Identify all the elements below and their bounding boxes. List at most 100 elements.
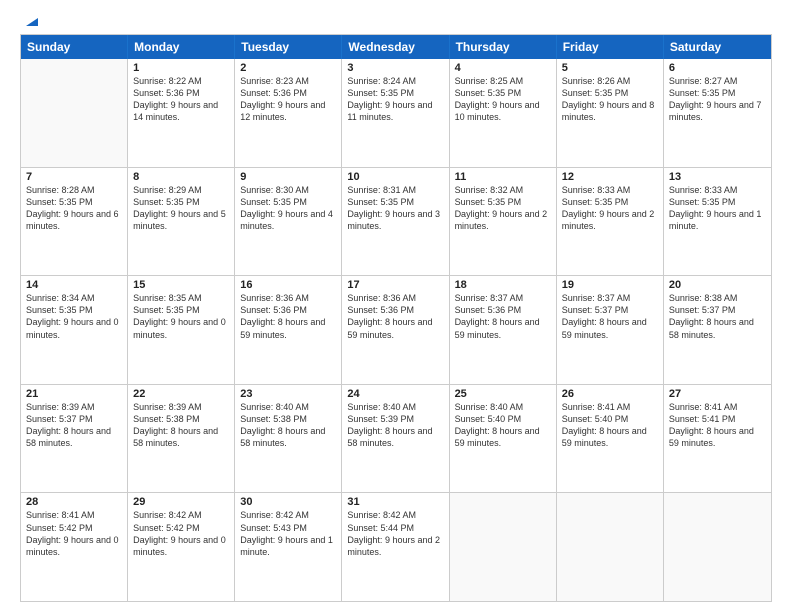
day-number: 23: [240, 388, 336, 400]
daylight-text: Daylight: 9 hours and 8 minutes.: [562, 99, 658, 123]
daylight-text: Daylight: 9 hours and 6 minutes.: [26, 208, 122, 232]
day-number: 6: [669, 62, 766, 74]
sunrise-text: Sunrise: 8:41 AM: [26, 509, 122, 521]
day-number: 22: [133, 388, 229, 400]
sunset-text: Sunset: 5:35 PM: [562, 87, 658, 99]
sunset-text: Sunset: 5:37 PM: [669, 304, 766, 316]
day-cell-26: 26 Sunrise: 8:41 AM Sunset: 5:40 PM Dayl…: [557, 385, 664, 493]
week-row-1: 1 Sunrise: 8:22 AM Sunset: 5:36 PM Dayli…: [21, 59, 771, 168]
week-row-5: 28 Sunrise: 8:41 AM Sunset: 5:42 PM Dayl…: [21, 493, 771, 601]
day-cell-7: 7 Sunrise: 8:28 AM Sunset: 5:35 PM Dayli…: [21, 168, 128, 276]
sunset-text: Sunset: 5:39 PM: [347, 413, 443, 425]
header: [20, 18, 772, 26]
sunset-text: Sunset: 5:35 PM: [26, 196, 122, 208]
day-cell-27: 27 Sunrise: 8:41 AM Sunset: 5:41 PM Dayl…: [664, 385, 771, 493]
day-number: 11: [455, 171, 551, 183]
day-cell-24: 24 Sunrise: 8:40 AM Sunset: 5:39 PM Dayl…: [342, 385, 449, 493]
header-day-monday: Monday: [128, 35, 235, 59]
sunset-text: Sunset: 5:44 PM: [347, 522, 443, 534]
sunset-text: Sunset: 5:38 PM: [133, 413, 229, 425]
daylight-text: Daylight: 9 hours and 12 minutes.: [240, 99, 336, 123]
sunrise-text: Sunrise: 8:40 AM: [347, 401, 443, 413]
daylight-text: Daylight: 9 hours and 1 minute.: [240, 534, 336, 558]
daylight-text: Daylight: 9 hours and 0 minutes.: [26, 316, 122, 340]
day-number: 2: [240, 62, 336, 74]
day-cell-11: 11 Sunrise: 8:32 AM Sunset: 5:35 PM Dayl…: [450, 168, 557, 276]
day-number: 10: [347, 171, 443, 183]
page: SundayMondayTuesdayWednesdayThursdayFrid…: [0, 0, 792, 612]
day-number: 7: [26, 171, 122, 183]
sunset-text: Sunset: 5:35 PM: [240, 196, 336, 208]
sunrise-text: Sunrise: 8:35 AM: [133, 292, 229, 304]
daylight-text: Daylight: 8 hours and 59 minutes.: [562, 425, 658, 449]
day-number: 21: [26, 388, 122, 400]
sunset-text: Sunset: 5:35 PM: [562, 196, 658, 208]
day-cell-8: 8 Sunrise: 8:29 AM Sunset: 5:35 PM Dayli…: [128, 168, 235, 276]
sunset-text: Sunset: 5:42 PM: [26, 522, 122, 534]
daylight-text: Daylight: 8 hours and 58 minutes.: [347, 425, 443, 449]
sunset-text: Sunset: 5:37 PM: [26, 413, 122, 425]
logo-icon: [22, 14, 38, 30]
day-cell-15: 15 Sunrise: 8:35 AM Sunset: 5:35 PM Dayl…: [128, 276, 235, 384]
calendar: SundayMondayTuesdayWednesdayThursdayFrid…: [20, 34, 772, 602]
day-number: 16: [240, 279, 336, 291]
daylight-text: Daylight: 9 hours and 14 minutes.: [133, 99, 229, 123]
day-number: 30: [240, 496, 336, 508]
sunset-text: Sunset: 5:35 PM: [455, 87, 551, 99]
sunrise-text: Sunrise: 8:28 AM: [26, 184, 122, 196]
header-day-wednesday: Wednesday: [342, 35, 449, 59]
sunset-text: Sunset: 5:38 PM: [240, 413, 336, 425]
day-number: 9: [240, 171, 336, 183]
header-day-sunday: Sunday: [21, 35, 128, 59]
sunrise-text: Sunrise: 8:42 AM: [133, 509, 229, 521]
sunrise-text: Sunrise: 8:26 AM: [562, 75, 658, 87]
sunset-text: Sunset: 5:35 PM: [455, 196, 551, 208]
sunrise-text: Sunrise: 8:37 AM: [455, 292, 551, 304]
sunrise-text: Sunrise: 8:37 AM: [562, 292, 658, 304]
daylight-text: Daylight: 9 hours and 11 minutes.: [347, 99, 443, 123]
daylight-text: Daylight: 8 hours and 58 minutes.: [240, 425, 336, 449]
day-cell-18: 18 Sunrise: 8:37 AM Sunset: 5:36 PM Dayl…: [450, 276, 557, 384]
day-cell-21: 21 Sunrise: 8:39 AM Sunset: 5:37 PM Dayl…: [21, 385, 128, 493]
sunrise-text: Sunrise: 8:41 AM: [562, 401, 658, 413]
daylight-text: Daylight: 9 hours and 2 minutes.: [347, 534, 443, 558]
sunset-text: Sunset: 5:37 PM: [562, 304, 658, 316]
day-cell-19: 19 Sunrise: 8:37 AM Sunset: 5:37 PM Dayl…: [557, 276, 664, 384]
day-number: 15: [133, 279, 229, 291]
daylight-text: Daylight: 8 hours and 58 minutes.: [26, 425, 122, 449]
sunrise-text: Sunrise: 8:33 AM: [669, 184, 766, 196]
daylight-text: Daylight: 9 hours and 3 minutes.: [347, 208, 443, 232]
day-number: 29: [133, 496, 229, 508]
sunrise-text: Sunrise: 8:24 AM: [347, 75, 443, 87]
sunset-text: Sunset: 5:36 PM: [240, 304, 336, 316]
day-number: 31: [347, 496, 443, 508]
sunrise-text: Sunrise: 8:41 AM: [669, 401, 766, 413]
day-number: 25: [455, 388, 551, 400]
calendar-body: 1 Sunrise: 8:22 AM Sunset: 5:36 PM Dayli…: [21, 59, 771, 601]
sunrise-text: Sunrise: 8:31 AM: [347, 184, 443, 196]
header-day-thursday: Thursday: [450, 35, 557, 59]
sunrise-text: Sunrise: 8:40 AM: [240, 401, 336, 413]
sunrise-text: Sunrise: 8:42 AM: [347, 509, 443, 521]
daylight-text: Daylight: 8 hours and 59 minutes.: [240, 316, 336, 340]
sunset-text: Sunset: 5:36 PM: [347, 304, 443, 316]
day-cell-12: 12 Sunrise: 8:33 AM Sunset: 5:35 PM Dayl…: [557, 168, 664, 276]
day-cell-14: 14 Sunrise: 8:34 AM Sunset: 5:35 PM Dayl…: [21, 276, 128, 384]
day-number: 14: [26, 279, 122, 291]
daylight-text: Daylight: 8 hours and 59 minutes.: [455, 316, 551, 340]
day-cell-3: 3 Sunrise: 8:24 AM Sunset: 5:35 PM Dayli…: [342, 59, 449, 167]
sunrise-text: Sunrise: 8:32 AM: [455, 184, 551, 196]
day-cell-4: 4 Sunrise: 8:25 AM Sunset: 5:35 PM Dayli…: [450, 59, 557, 167]
sunset-text: Sunset: 5:35 PM: [133, 196, 229, 208]
sunset-text: Sunset: 5:35 PM: [669, 196, 766, 208]
sunset-text: Sunset: 5:36 PM: [455, 304, 551, 316]
day-cell-5: 5 Sunrise: 8:26 AM Sunset: 5:35 PM Dayli…: [557, 59, 664, 167]
sunrise-text: Sunrise: 8:38 AM: [669, 292, 766, 304]
day-number: 24: [347, 388, 443, 400]
daylight-text: Daylight: 9 hours and 0 minutes.: [133, 316, 229, 340]
sunrise-text: Sunrise: 8:30 AM: [240, 184, 336, 196]
daylight-text: Daylight: 9 hours and 1 minute.: [669, 208, 766, 232]
day-number: 18: [455, 279, 551, 291]
empty-cell: [21, 59, 128, 167]
daylight-text: Daylight: 9 hours and 2 minutes.: [455, 208, 551, 232]
